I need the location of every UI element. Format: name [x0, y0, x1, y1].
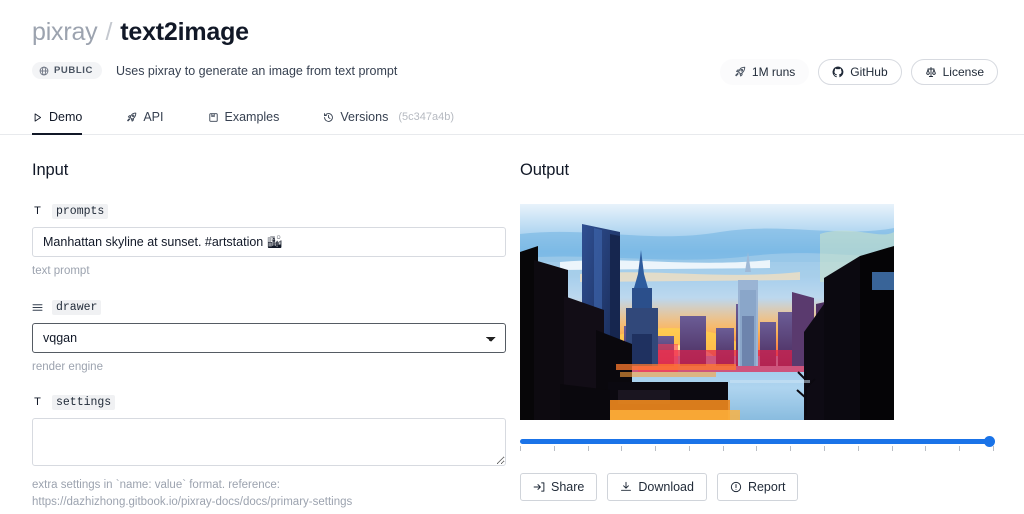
page-body: Input T prompts text prompt — [0, 135, 1024, 514]
breadcrumb-owner[interactable]: pixray — [32, 18, 98, 47]
input-section-title: Input — [32, 161, 69, 179]
field-drawer-label: drawer — [32, 299, 510, 315]
generated-artwork — [520, 204, 894, 420]
tab-versions-hash: (5c347a4b) — [398, 111, 454, 123]
share-button[interactable]: Share — [520, 473, 598, 501]
github-icon — [832, 66, 844, 78]
tab-examples[interactable]: Examples — [208, 110, 280, 135]
frame-slider[interactable] — [520, 435, 995, 453]
field-prompts-name: prompts — [52, 204, 109, 219]
tab-examples-label: Examples — [224, 110, 280, 124]
settings-textarea[interactable] — [32, 418, 506, 467]
output-panel: Output Share Download Report — [510, 135, 995, 514]
github-button-label: GitHub — [850, 65, 888, 79]
field-settings-name: settings — [52, 395, 116, 411]
output-image[interactable] — [520, 204, 894, 420]
prompts-input[interactable] — [32, 227, 506, 257]
book-icon — [208, 112, 219, 123]
report-button[interactable]: Report — [716, 473, 799, 501]
download-button-label: Download — [638, 480, 694, 494]
output-section-title: Output — [520, 161, 569, 179]
field-drawer-name: drawer — [52, 299, 102, 315]
status-badge-label: PUBLIC — [54, 65, 93, 76]
input-panel: Input T prompts text prompt — [32, 135, 510, 514]
tab-versions[interactable]: Versions (5c347a4b) — [323, 110, 454, 135]
tab-versions-label: Versions — [340, 110, 389, 124]
license-button[interactable]: License — [910, 59, 998, 85]
breadcrumb-separator: / — [105, 18, 113, 46]
tab-api[interactable]: API — [126, 110, 164, 135]
tab-demo[interactable]: Demo — [32, 110, 83, 135]
history-icon — [323, 112, 334, 123]
header-actions: 1M runs GitHub License — [719, 59, 998, 85]
slider-track[interactable] — [520, 439, 994, 444]
list-type-icon — [32, 303, 43, 312]
model-description: Uses pixray to generate an image from te… — [115, 63, 398, 78]
download-button[interactable]: Download — [607, 473, 707, 501]
tab-api-label: API — [143, 110, 164, 124]
play-icon — [32, 112, 43, 123]
field-prompts: T prompts text prompt — [32, 204, 510, 280]
page-title: text2image — [120, 18, 249, 46]
breadcrumb: pixray / text2image — [32, 18, 992, 47]
share-button-label: Share — [551, 480, 585, 494]
drawer-select[interactable]: vqgan — [32, 322, 506, 353]
field-settings: T settings extra settings in `name: valu… — [32, 395, 510, 510]
field-settings-label: T settings — [32, 395, 510, 411]
runs-counter-label: 1M runs — [751, 65, 796, 79]
field-drawer-help: render engine — [32, 360, 103, 373]
text-type-icon: T — [34, 205, 41, 217]
rocket-icon — [734, 66, 746, 78]
runs-counter[interactable]: 1M runs — [719, 59, 810, 85]
replicate-model-page: pixray / text2image PUBLIC Uses pixray t… — [0, 0, 1024, 514]
field-prompts-help: text prompt — [32, 265, 90, 277]
slider-ticks — [520, 446, 994, 452]
slider-thumb[interactable] — [984, 436, 995, 447]
download-icon — [620, 481, 632, 493]
report-button-label: Report — [747, 480, 786, 494]
field-settings-help: extra settings in `name: value` format. … — [32, 479, 353, 509]
field-prompts-label: T prompts — [32, 204, 510, 219]
status-badge: PUBLIC — [32, 62, 102, 79]
github-button[interactable]: GitHub — [818, 59, 902, 85]
share-icon — [533, 481, 545, 493]
output-actions: Share Download Report — [520, 473, 988, 501]
rocket-icon — [126, 112, 137, 123]
tab-bar: Demo API Examples Versions (5c347a4b) — [0, 101, 1024, 135]
field-drawer: drawer vqgan render engine — [32, 299, 510, 376]
scale-icon — [925, 66, 937, 78]
license-button-label: License — [942, 65, 984, 79]
text-type-icon: T — [34, 396, 41, 409]
tab-demo-label: Demo — [49, 110, 83, 124]
report-icon — [730, 481, 742, 493]
globe-icon — [39, 66, 49, 76]
